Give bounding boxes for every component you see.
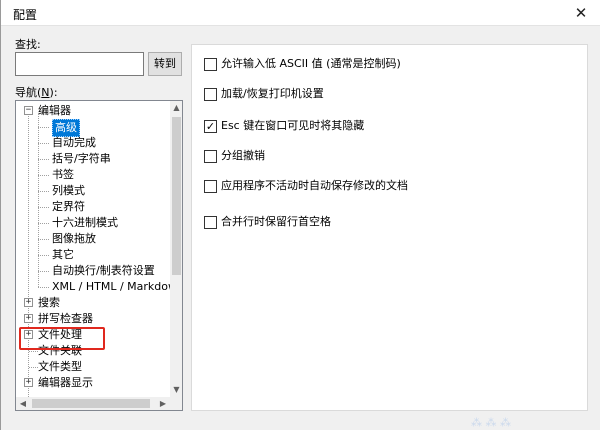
tree-item-label: 图像拖放 xyxy=(52,232,96,245)
tree-item-label: 自动换行/制表符设置 xyxy=(52,264,155,277)
config-dialog: 配置 ✕ 查找: 转到 导航(N): − 编辑器 高级 自动完成 括号/字符串 书签 列模式… xyxy=(0,0,600,430)
tree-item-child[interactable]: 括号/字符串 xyxy=(16,151,170,167)
tree-item-group[interactable]: − 编辑器 xyxy=(16,103,170,119)
tree-horizontal-scrollbar[interactable]: ◀ ▶ xyxy=(16,397,170,410)
tree-connector xyxy=(38,255,49,256)
option-label: Esc 键在窗口可见时将其隐藏 xyxy=(221,119,365,132)
option-label: 加载/恢复打印机设置 xyxy=(221,87,324,100)
tree-item-child[interactable]: 图像拖放 xyxy=(16,231,170,247)
close-icon[interactable]: ✕ xyxy=(569,2,593,24)
tree-item-label: 十六进制模式 xyxy=(52,216,118,229)
tree-item-group[interactable]: 文件类型 xyxy=(16,359,170,375)
tree-item-label: 拼写检查器 xyxy=(38,312,93,325)
tree-connector xyxy=(38,127,49,128)
nav-label: 导航(N): xyxy=(15,86,58,99)
tree-connector xyxy=(38,271,49,272)
tree-item-child[interactable]: XML / HTML / Markdow xyxy=(16,279,170,295)
tree-item-child[interactable]: 其它 xyxy=(16,247,170,263)
tree-item-child[interactable]: 定界符 xyxy=(16,199,170,215)
tree-item-label: 编辑器 xyxy=(38,104,71,117)
tree-connector xyxy=(29,367,38,368)
title-bar: 配置 ✕ xyxy=(1,0,600,26)
scroll-down-icon[interactable]: ▼ xyxy=(170,383,182,397)
tree-connector xyxy=(38,191,49,192)
option-label: 应用程序不活动时自动保存修改的文档 xyxy=(221,179,408,192)
scroll-left-icon[interactable]: ◀ xyxy=(16,397,30,410)
tree-connector xyxy=(29,351,38,352)
tree-item-child[interactable]: 书签 xyxy=(16,167,170,183)
scroll-thumb[interactable] xyxy=(172,117,181,275)
search-label: 查找: xyxy=(15,38,41,51)
option-checkbox[interactable] xyxy=(204,150,217,163)
tree-item-label: 搜索 xyxy=(38,296,60,309)
tree-connector xyxy=(38,239,49,240)
option-checkbox[interactable] xyxy=(204,180,217,193)
scroll-up-icon[interactable]: ▲ xyxy=(170,101,182,115)
expand-icon[interactable]: + xyxy=(24,314,33,323)
option-checkbox[interactable] xyxy=(204,216,217,229)
tree-item-label: 自动完成 xyxy=(52,136,96,149)
scroll-thumb-horizontal[interactable] xyxy=(32,399,150,408)
tree-item-label: 其它 xyxy=(52,248,74,261)
tree-connector xyxy=(38,223,49,224)
expand-icon[interactable]: + xyxy=(24,298,33,307)
scroll-corner xyxy=(170,397,182,410)
tree-item-group[interactable]: + 编辑器显示 xyxy=(16,375,170,391)
option-checkbox[interactable] xyxy=(204,58,217,71)
goto-button[interactable]: 转到 xyxy=(148,52,182,76)
option-label: 分组撤销 xyxy=(221,149,265,162)
options-panel: 允许输入低 ASCII 值 (通常是控制码) 加载/恢复打印机设置 ✓ Esc 键在窗… xyxy=(191,44,588,411)
tree-item-label: 定界符 xyxy=(52,200,85,213)
option-checkbox[interactable] xyxy=(204,88,217,101)
tree-item-child[interactable]: 十六进制模式 xyxy=(16,215,170,231)
tree-item-label: XML / HTML / Markdow xyxy=(52,280,170,293)
tree-item-child[interactable]: 自动完成 xyxy=(16,135,170,151)
tree-item-group[interactable]: + 搜索 xyxy=(16,295,170,311)
option-label: 允许输入低 ASCII 值 (通常是控制码) xyxy=(221,57,401,70)
tree-item-child[interactable]: 列模式 xyxy=(16,183,170,199)
tree-item-label: 括号/字符串 xyxy=(52,152,111,165)
expand-icon[interactable]: + xyxy=(24,378,33,387)
watermark: ⁂ ⁂ ⁂ xyxy=(471,416,511,429)
tree-item-label: 列模式 xyxy=(52,184,85,197)
tree-connector xyxy=(38,175,49,176)
option-label: 合并行时保留行首空格 xyxy=(221,215,331,228)
tree-item-child[interactable]: 自动换行/制表符设置 xyxy=(16,263,170,279)
navigation-tree[interactable]: − 编辑器 高级 自动完成 括号/字符串 书签 列模式 定界符 十六进制模式 图像拖放 其它 自动换行… xyxy=(15,100,183,411)
tree-item-label: 书签 xyxy=(52,168,74,181)
tree-child-line xyxy=(38,113,39,287)
collapse-icon[interactable]: − xyxy=(24,106,33,115)
tree-connector xyxy=(38,159,49,160)
search-input[interactable] xyxy=(15,52,144,76)
option-checkbox[interactable]: ✓ xyxy=(204,120,217,133)
scroll-right-icon[interactable]: ▶ xyxy=(156,397,170,410)
tree-connector xyxy=(38,287,49,288)
tree-rows: − 编辑器 高级 自动完成 括号/字符串 书签 列模式 定界符 十六进制模式 图像拖放 其它 自动换行… xyxy=(16,101,170,397)
window-title: 配置 xyxy=(13,8,38,22)
tree-item-label: 编辑器显示 xyxy=(38,376,93,389)
tree-item-group[interactable]: + 拼写检查器 xyxy=(16,311,170,327)
highlight-annotation xyxy=(19,327,105,350)
tree-item-child[interactable]: 高级 xyxy=(16,119,170,137)
tree-vertical-scrollbar[interactable]: ▲ ▼ xyxy=(170,101,182,397)
tree-connector xyxy=(38,207,49,208)
tree-connector xyxy=(38,143,49,144)
tree-item-label: 文件类型 xyxy=(38,360,82,373)
